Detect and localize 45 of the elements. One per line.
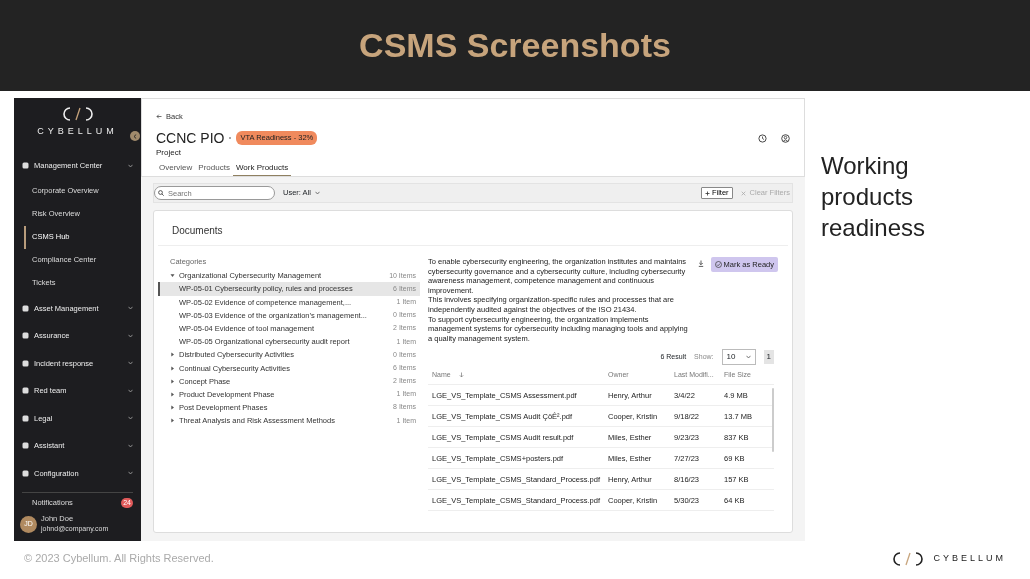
- collapse-button[interactable]: [130, 131, 140, 141]
- square-icon: [22, 469, 29, 477]
- page-size-dropdown[interactable]: 10: [721, 349, 756, 366]
- square-icon: [22, 442, 29, 450]
- square-icon: [22, 414, 29, 422]
- brand-name: CYBELLUM: [37, 125, 118, 138]
- history-icon[interactable]: [758, 133, 767, 143]
- chevron-down-icon: [745, 355, 751, 360]
- check-circle-icon: [714, 261, 722, 269]
- search-icon: [158, 190, 164, 196]
- tab[interactable]: Work Products: [232, 161, 292, 176]
- copyright-text: © 2023 Cybellum. All Rights Reserved.: [24, 551, 214, 567]
- user-icon[interactable]: [781, 133, 790, 143]
- close-icon: [740, 190, 746, 196]
- page-subtitle: Project: [156, 147, 182, 159]
- square-icon: [22, 162, 29, 170]
- slide-caption: Working products readiness: [821, 151, 927, 243]
- page-button[interactable]: 1: [763, 350, 774, 365]
- chevron-left-icon: [133, 133, 137, 139]
- section-title: Documents: [158, 211, 788, 246]
- chevron-down-icon: [128, 471, 133, 476]
- arrow-down-icon: [458, 371, 464, 378]
- logo-icon: [891, 550, 926, 567]
- chevron-down-icon: [314, 191, 320, 195]
- plus-icon: [704, 190, 710, 196]
- chevron-down-icon: [128, 388, 133, 393]
- square-icon: [22, 332, 29, 340]
- tab[interactable]: Overview: [156, 161, 196, 176]
- chevron-down-icon: [128, 443, 133, 448]
- slide-title: CSMS Screenshots: [359, 25, 671, 66]
- arrow-left-icon: [156, 114, 162, 119]
- tab[interactable]: Products: [195, 161, 233, 176]
- scrollbar[interactable]: [772, 388, 774, 453]
- square-icon: [22, 359, 29, 367]
- chevron-down-icon: [128, 306, 133, 311]
- square-icon: [22, 304, 29, 312]
- chevron-down-icon: [128, 416, 133, 421]
- logo-icon: [60, 106, 95, 122]
- chevron-down-icon: [128, 361, 133, 366]
- download-icon[interactable]: [697, 260, 704, 267]
- brand-name: CYBELLUM: [933, 551, 1006, 565]
- page-title: CCNC PIO: [156, 129, 225, 147]
- chevron-down-icon: [128, 333, 133, 338]
- chevron-down-icon: [128, 163, 133, 168]
- square-icon: [22, 387, 29, 395]
